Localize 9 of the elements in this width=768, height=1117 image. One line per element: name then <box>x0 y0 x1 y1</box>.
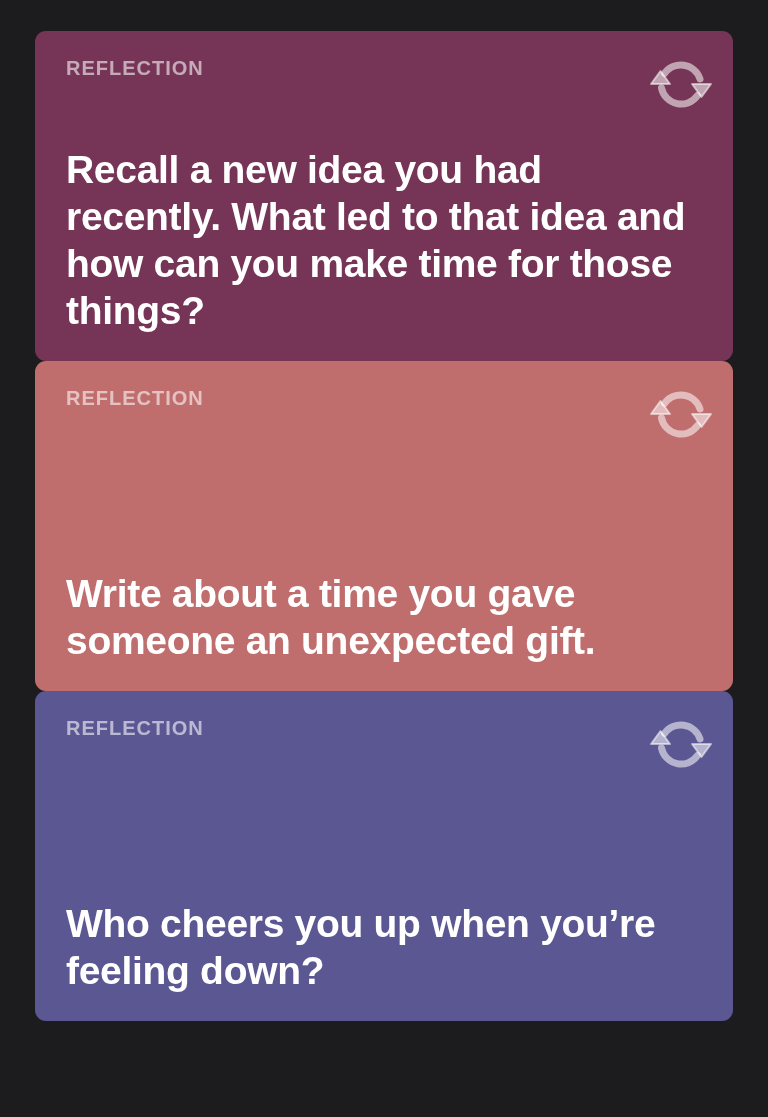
prompt-card[interactable]: REFLECTION Write about a time you gave someone an unexpected gift. <box>35 361 733 691</box>
category-label: REFLECTION <box>66 386 204 410</box>
category-label: REFLECTION <box>66 56 204 80</box>
prompt-text: Write about a time you gave someone an unexpected gift. <box>66 571 597 664</box>
prompt-card[interactable]: REFLECTION Who cheers you up when you’re feeling down? <box>35 691 733 1021</box>
prompt-card[interactable]: REFLECTION Recall a new idea you had recently. What led to that idea and how can you make time for those things? <box>35 31 733 361</box>
category-label: REFLECTION <box>66 716 204 740</box>
prompt-text: Who cheers you up when you’re feeling down? <box>66 901 657 994</box>
prompt-text: Recall a new idea you had recently. What led to that idea and how can you make time for those things? <box>66 147 687 334</box>
